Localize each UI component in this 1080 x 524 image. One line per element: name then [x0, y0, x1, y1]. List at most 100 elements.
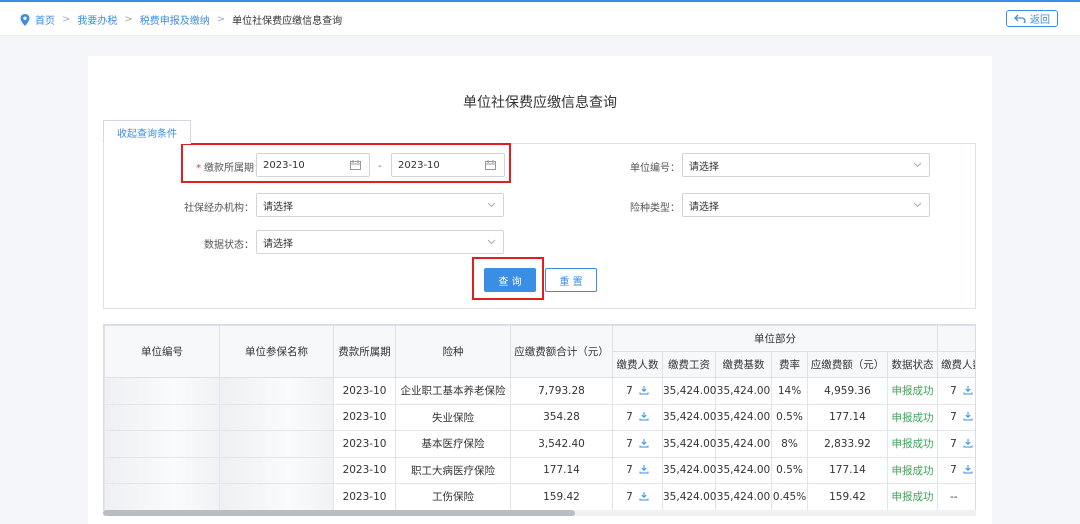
- cell-people-2-value: --: [950, 490, 958, 503]
- cell-rate: 0.5%: [771, 456, 808, 484]
- table-row: 2023-10 企业职工基本养老保险 7,793.28 7 35,424.00 35,42…: [104, 377, 975, 405]
- table-row: 2023-10 工伤保险 159.42 7 35,424.00 35,424.00 0.45…: [104, 483, 975, 511]
- cell-unit-no: [104, 403, 220, 431]
- cell-unit-name: [219, 430, 334, 458]
- download-icon[interactable]: [639, 491, 649, 501]
- back-arrow-icon: [1014, 14, 1026, 23]
- cell-period: 2023-10: [333, 483, 396, 511]
- download-icon[interactable]: [963, 464, 973, 474]
- col-insurance: 险种: [395, 325, 511, 378]
- scrollbar-thumb[interactable]: [103, 510, 575, 516]
- download-icon[interactable]: [963, 385, 973, 395]
- col-unit-name: 单位参保名称: [219, 325, 334, 378]
- breadcrumb: 首页 > 我要办税 > 税费申报及缴纳 > 单位社保费应缴信息查询: [20, 12, 342, 27]
- cell-wage: 35,424.00: [662, 483, 716, 511]
- breadcrumb-declare[interactable]: 税费申报及缴纳: [140, 12, 210, 27]
- query-highlight-box: [472, 257, 544, 300]
- insurance-type-select[interactable]: 请选择: [682, 193, 930, 217]
- download-icon[interactable]: [963, 438, 973, 448]
- cell-people: 7: [612, 456, 663, 484]
- unit-no-value: 请选择: [689, 161, 719, 173]
- cell-total: 354.28: [510, 403, 613, 431]
- cell-people-value: 7: [626, 464, 633, 477]
- insurance-type-value: 请选择: [689, 201, 719, 213]
- cell-people-2-value: 7: [950, 437, 957, 450]
- cell-people-2-value: 7: [950, 464, 957, 477]
- cell-rate: 14%: [771, 377, 808, 405]
- cell-rate: 8%: [771, 430, 808, 458]
- agency-select[interactable]: 请选择: [256, 193, 504, 217]
- cell-amount: 177.14: [807, 456, 888, 484]
- table-row: 2023-10 基本医疗保险 3,542.40 7 35,424.00 35,424.00…: [104, 430, 975, 458]
- breadcrumb-separator: >: [124, 14, 133, 25]
- cell-people-value: 7: [626, 384, 633, 397]
- download-icon[interactable]: [963, 411, 973, 421]
- cell-unit-name: [219, 456, 334, 484]
- cell-insurance: 工伤保险: [395, 483, 511, 511]
- col-group-next: [937, 325, 975, 352]
- download-icon[interactable]: [639, 464, 649, 474]
- cell-total: 3,542.40: [510, 430, 613, 458]
- col-group-unit: 单位部分: [611, 325, 939, 352]
- cell-people-value: 7: [626, 411, 633, 424]
- cell-period: 2023-10: [333, 430, 396, 458]
- cell-people-2: 7: [937, 456, 975, 484]
- agency-value: 请选择: [263, 201, 293, 213]
- cell-wage: 35,424.00: [662, 377, 716, 405]
- data-status-label: 数据状态：: [204, 240, 254, 251]
- unit-no-label: 单位编号：: [630, 163, 680, 174]
- chevron-down-icon: [913, 162, 922, 168]
- col-wage: 缴费工资: [662, 351, 716, 378]
- reset-button[interactable]: 重 置: [545, 268, 597, 292]
- cell-people-2: 7: [937, 430, 975, 458]
- col-base: 缴费基数: [715, 351, 772, 378]
- cell-people: 7: [612, 483, 663, 511]
- agency-label: 社保经办机构：: [184, 203, 254, 214]
- unit-no-select[interactable]: 请选择: [682, 153, 930, 177]
- chevron-down-icon: [487, 239, 496, 245]
- chevron-down-icon: [487, 202, 496, 208]
- cell-insurance: 基本医疗保险: [395, 430, 511, 458]
- cell-people: 7: [612, 403, 663, 431]
- cell-wage: 35,424.00: [662, 456, 716, 484]
- cell-status: 申报成功: [886, 377, 939, 405]
- collapse-query-tab[interactable]: 收起查询条件: [103, 120, 191, 144]
- breadcrumb-home[interactable]: 首页: [35, 12, 55, 27]
- col-rate: 费率: [771, 351, 808, 378]
- cell-status: 申报成功: [886, 456, 939, 484]
- period-highlight-box: [181, 143, 511, 183]
- cell-total: 159.42: [510, 483, 613, 511]
- col-people: 缴费人数: [612, 351, 663, 378]
- cell-rate: 0.5%: [771, 403, 808, 431]
- col-amount: 应缴费额（元）: [807, 351, 888, 378]
- cell-amount: 177.14: [807, 403, 888, 431]
- download-icon[interactable]: [639, 438, 649, 448]
- cell-status: 申报成功: [886, 403, 939, 431]
- download-icon[interactable]: [639, 385, 649, 395]
- location-pin-icon: [20, 13, 30, 26]
- cell-period: 2023-10: [333, 377, 396, 405]
- cell-wage: 35,424.00: [662, 430, 716, 458]
- cell-unit-no: [104, 456, 220, 484]
- cell-people-2-value: 7: [950, 411, 957, 424]
- horizontal-scrollbar[interactable]: [103, 510, 976, 516]
- cell-unit-no: [104, 377, 220, 405]
- cell-unit-no: [104, 483, 220, 511]
- back-label: 返回: [1030, 15, 1050, 26]
- cell-amount: 4,959.36: [807, 377, 888, 405]
- cell-base: 35,424.00: [715, 430, 772, 458]
- cell-people-2-value: 7: [950, 384, 957, 397]
- data-status-select[interactable]: 请选择: [256, 230, 504, 254]
- col-people-2: 缴费人数: [937, 351, 975, 378]
- cell-people: 7: [612, 377, 663, 405]
- breadcrumb-tax[interactable]: 我要办税: [77, 12, 117, 27]
- data-status-value: 请选择: [263, 238, 293, 250]
- cell-amount: 159.42: [807, 483, 888, 511]
- cell-status: 申报成功: [886, 483, 939, 511]
- cell-total: 177.14: [510, 456, 613, 484]
- cell-unit-no: [104, 430, 220, 458]
- back-button[interactable]: 返回: [1006, 10, 1058, 27]
- cell-base: 35,424.00: [715, 456, 772, 484]
- download-icon[interactable]: [639, 411, 649, 421]
- cell-unit-name: [219, 483, 334, 511]
